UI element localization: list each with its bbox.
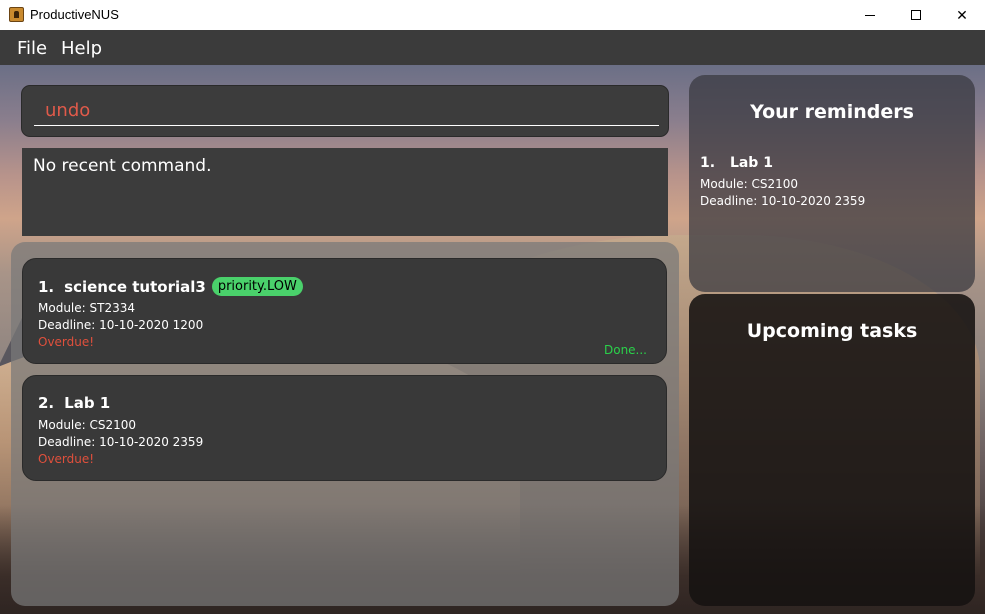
task-module: Module: CS2100 [38,418,137,432]
close-icon: ✕ [956,6,968,23]
task-overdue-status: Overdue! [38,452,95,466]
menu-bar: File Help [0,30,985,65]
reminder-header: 1. Lab 1 [700,155,773,171]
priority-tag: priority.LOW [211,277,303,296]
task-overdue-status: Overdue! [38,335,95,349]
maximize-button[interactable] [893,0,939,30]
reminder-name: Lab 1 [729,155,773,171]
task-done-status: Done... [603,343,647,357]
upcoming-title: Upcoming tasks [746,320,918,342]
window-title: ProductiveNUS [30,7,119,22]
minimize-button[interactable] [847,0,893,30]
reminder-module: Module: CS2100 [700,177,799,191]
command-input[interactable] [34,96,659,126]
close-button[interactable]: ✕ [939,0,985,30]
task-deadline: Deadline: 10-10-2020 1200 [38,318,204,332]
menu-help[interactable]: Help [61,38,102,59]
task-card[interactable]: 2. Lab 1 Module: CS2100 Deadline: 10-10-… [22,375,667,481]
result-display: No recent command. [22,148,668,236]
title-bar: ProductiveNUS ✕ [0,0,985,30]
task-header: 1. science tutorial3 priority.LOW [38,277,303,296]
task-name: science tutorial3 [64,277,206,296]
minimize-icon [865,14,875,16]
task-list-panel[interactable]: 1. science tutorial3 priority.LOW Module… [11,242,679,606]
reminders-panel: Your reminders 1. Lab 1 Module: CS2100 D… [689,75,975,292]
task-index: 1. [38,277,55,296]
reminder-index: 1. [700,155,716,171]
task-header: 2. Lab 1 [38,394,110,412]
result-text: No recent command. [33,156,212,176]
app-icon [9,7,24,22]
task-card[interactable]: 1. science tutorial3 priority.LOW Module… [22,258,667,364]
reminders-title: Your reminders [750,101,914,123]
task-index: 2. [38,394,55,412]
upcoming-tasks-panel: Upcoming tasks [689,294,975,606]
task-name: Lab 1 [64,394,111,412]
command-box [21,85,669,137]
task-deadline: Deadline: 10-10-2020 2359 [38,435,204,449]
task-module: Module: ST2334 [38,301,135,315]
maximize-icon [911,10,921,20]
reminder-deadline: Deadline: 10-10-2020 2359 [700,194,866,208]
menu-file[interactable]: File [17,38,47,59]
